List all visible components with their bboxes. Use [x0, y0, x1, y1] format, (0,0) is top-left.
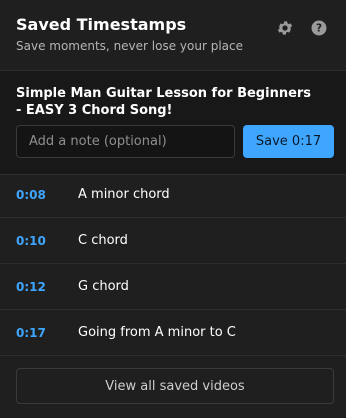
svg-text:?: ? — [316, 22, 322, 34]
timestamp-row[interactable]: 0:17 Going from A minor to C — [0, 310, 346, 356]
video-title: Simple Man Guitar Lesson for Beginners -… — [16, 86, 312, 118]
timestamp-time[interactable]: 0:12 — [16, 280, 46, 294]
help-button[interactable]: ? — [309, 18, 329, 38]
help-icon: ? — [311, 20, 327, 36]
timestamp-list: 0:08 A minor chord 0:10 C chord 0:12 G c… — [0, 172, 346, 356]
note-input[interactable] — [16, 125, 235, 158]
timestamp-label: A minor chord — [78, 187, 170, 202]
header: Saved Timestamps Save moments, never los… — [0, 0, 346, 71]
timestamp-label: C chord — [78, 233, 128, 248]
settings-button[interactable] — [275, 18, 295, 38]
timestamp-time[interactable]: 0:10 — [16, 234, 46, 248]
timestamp-time[interactable]: 0:08 — [16, 188, 46, 202]
timestamp-label: Going from A minor to C — [78, 325, 236, 340]
timestamp-row[interactable]: 0:08 A minor chord — [0, 172, 346, 218]
current-video-panel: Simple Man Guitar Lesson for Beginners -… — [0, 71, 346, 175]
view-all-videos-button[interactable]: View all saved videos — [16, 368, 334, 404]
timestamp-row[interactable]: 0:10 C chord — [0, 218, 346, 264]
page-subtitle: Save moments, never lose your place — [16, 39, 243, 53]
gear-icon — [277, 21, 293, 35]
timestamp-row[interactable]: 0:12 G chord — [0, 264, 346, 310]
timestamp-label: G chord — [78, 279, 129, 294]
save-timestamp-button[interactable]: Save 0:17 — [243, 125, 334, 158]
timestamp-time[interactable]: 0:17 — [16, 326, 46, 340]
page-title: Saved Timestamps — [16, 15, 187, 34]
